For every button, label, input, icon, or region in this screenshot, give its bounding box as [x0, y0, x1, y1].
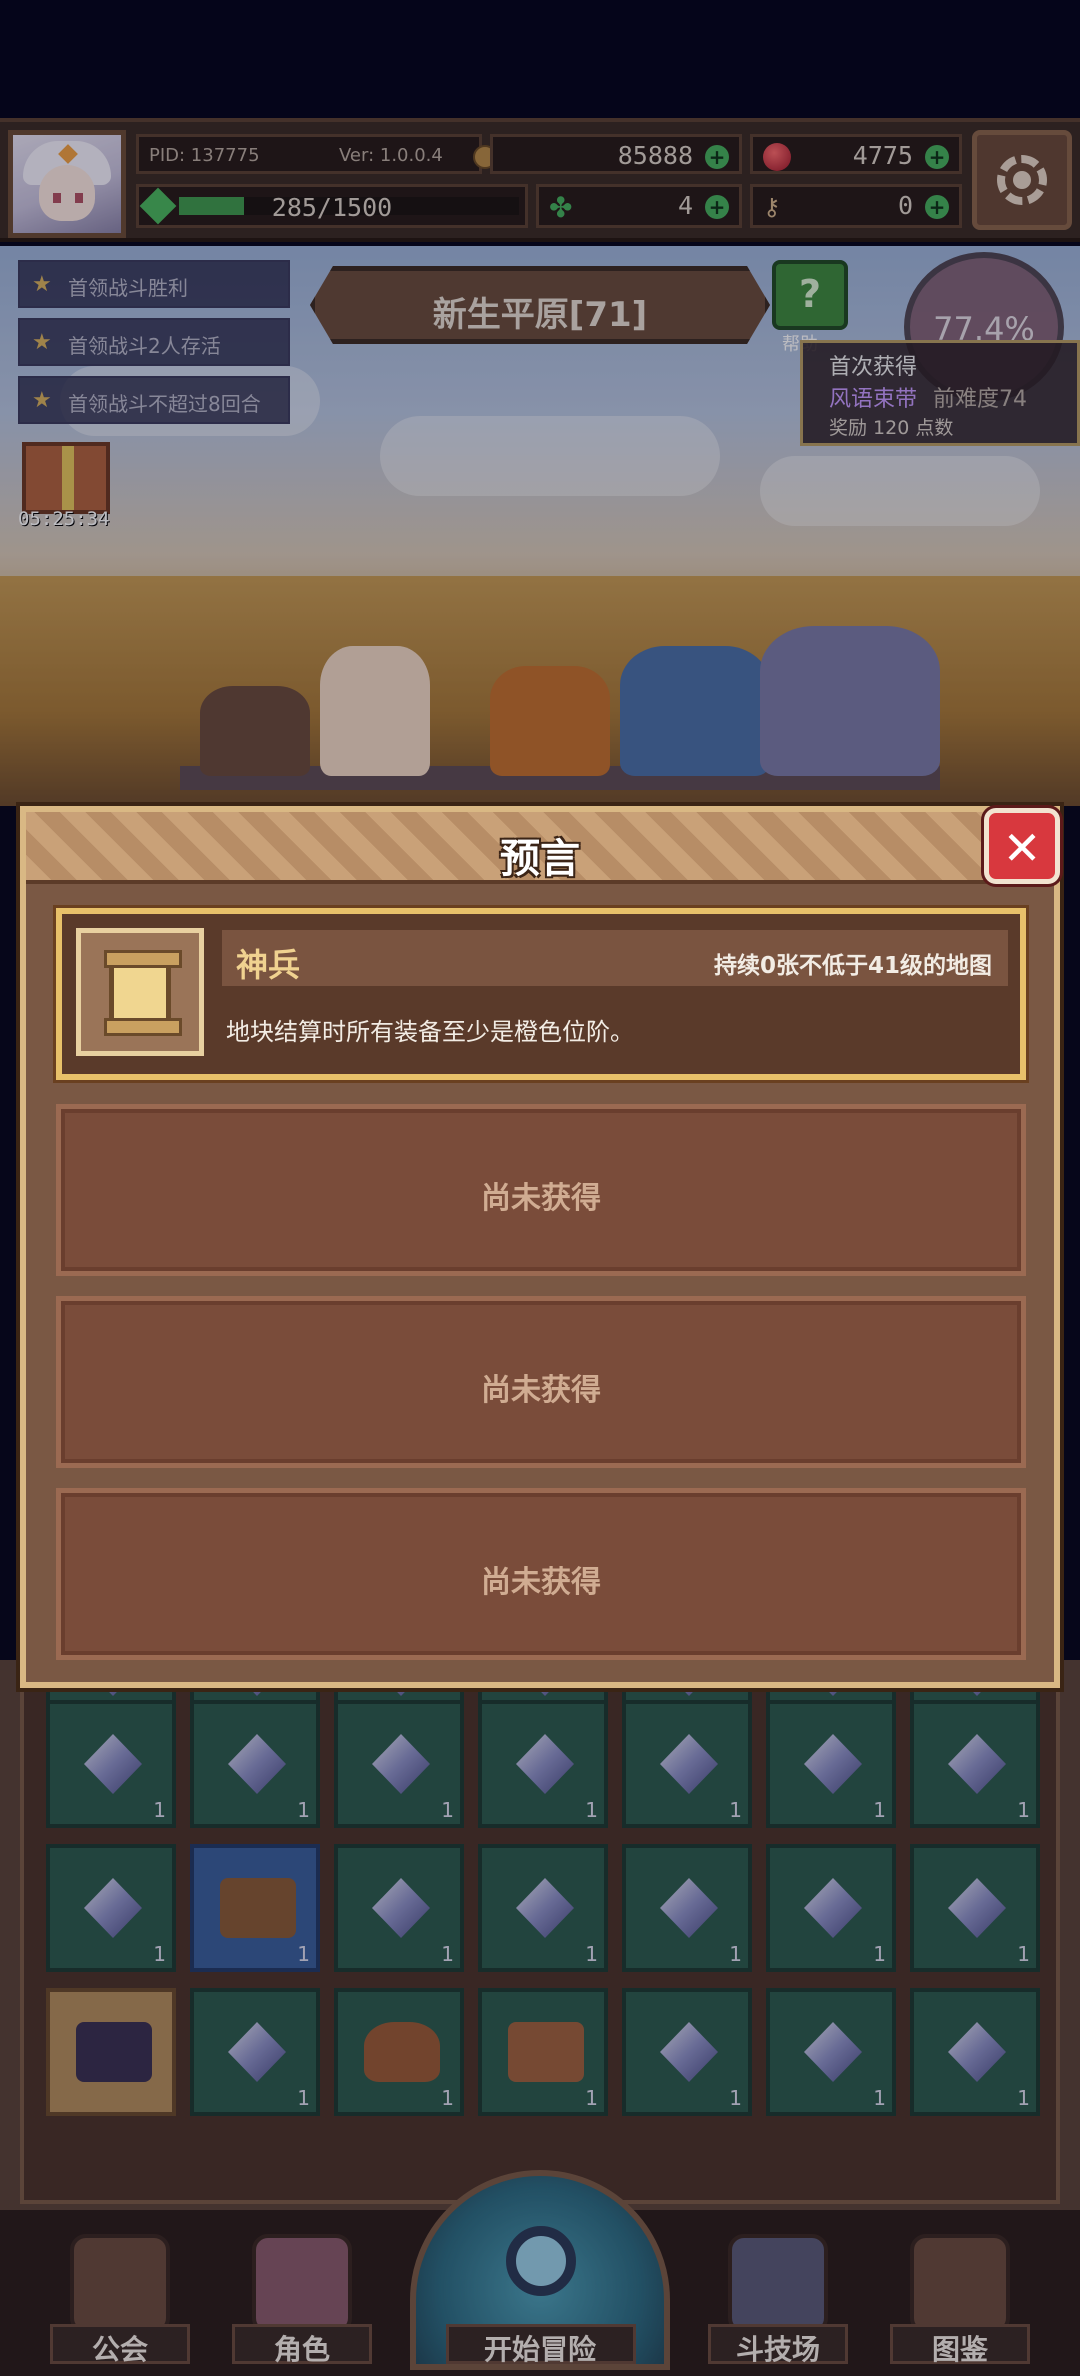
locked-prophecy-slot: 尚未获得 [56, 1104, 1026, 1276]
locked-slot-label: 尚未获得 [481, 1181, 601, 1216]
modal-title: 预言 [500, 836, 580, 882]
close-button[interactable]: ✕ [984, 808, 1060, 884]
locked-slot-label: 尚未获得 [481, 1565, 601, 1600]
close-icon: ✕ [1002, 821, 1042, 875]
prophecy-name: 神兵 [236, 946, 301, 984]
status-bar-area [0, 0, 1080, 118]
prophecy-icon-box [76, 928, 204, 1056]
locked-prophecy-slot: 尚未获得 [56, 1488, 1026, 1660]
locked-prophecy-slot: 尚未获得 [56, 1296, 1026, 1468]
modal-title-bar: 预言 [26, 812, 1054, 884]
prophecy-card[interactable]: 神兵 持续0张不低于41级的地图 地块结算时所有装备至少是橙色位阶。 [56, 908, 1026, 1080]
scroll-icon [104, 950, 182, 1036]
locked-slot-label: 尚未获得 [481, 1373, 601, 1408]
prophecy-name-bar: 神兵 持续0张不低于41级的地图 [222, 930, 1008, 986]
prophecy-description: 地块结算时所有装备至少是橙色位阶。 [226, 1018, 634, 1046]
prophecy-condition: 持续0张不低于41级的地图 [713, 953, 992, 979]
prophecy-modal: 预言 ✕ 神兵 持续0张不低于41级的地图 地块结算时所有装备至少是橙色位阶。 … [20, 806, 1060, 1688]
